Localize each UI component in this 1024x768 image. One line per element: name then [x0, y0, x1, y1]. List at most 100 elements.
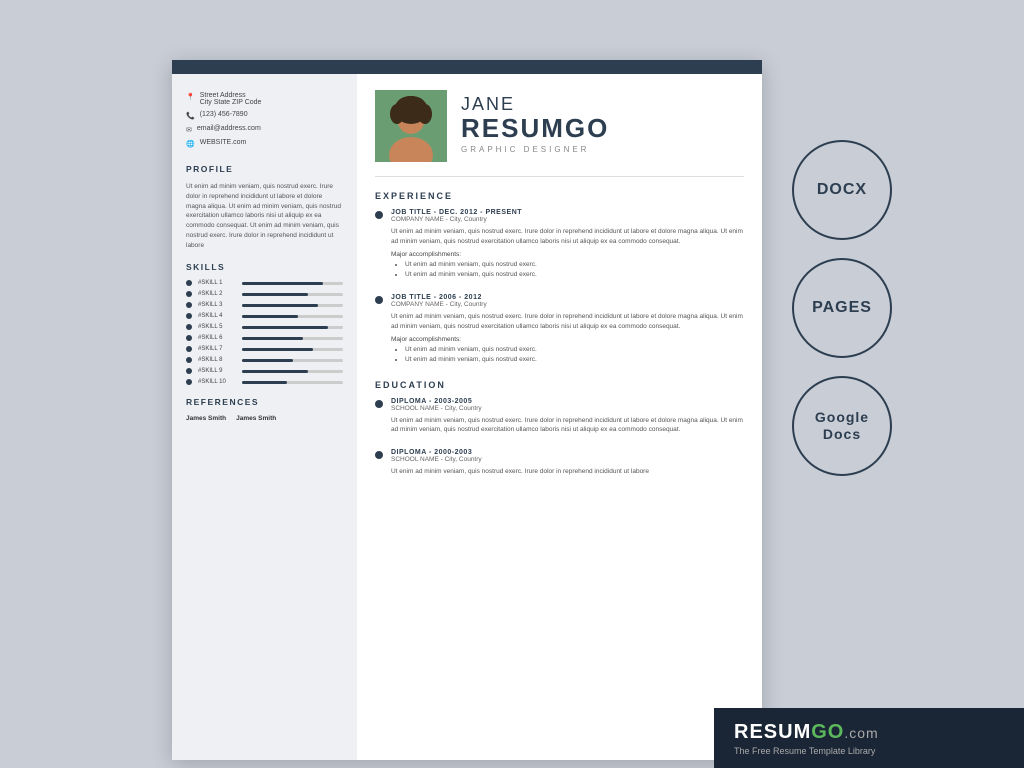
education-title: EDUCATION	[375, 380, 744, 390]
references-section: REFERENCES James Smith James Smith	[186, 397, 343, 422]
skill-dot	[186, 280, 192, 286]
skill-bar	[242, 337, 343, 340]
education-item: DIPLOMA - 2000-2003 SCHOOL NAME - City, …	[375, 449, 744, 481]
reference-name: James Smith	[236, 415, 276, 422]
resume-document: 📍 Street Address City State ZIP Code 📞 (…	[172, 60, 762, 760]
skill-item: #SKILL 1	[186, 280, 343, 286]
skill-bar	[242, 293, 343, 296]
skill-bar	[242, 315, 343, 318]
format-panel: DOCX PAGES GoogleDocs	[762, 60, 912, 476]
brand-highlight: GO	[811, 721, 844, 743]
skill-bar	[242, 304, 343, 307]
skill-dot	[186, 379, 192, 385]
skill-bar-fill	[242, 315, 298, 318]
skill-dot	[186, 368, 192, 374]
education-item: DIPLOMA - 2003-2005 SCHOOL NAME - City, …	[375, 398, 744, 440]
skill-name: #SKILL 8	[198, 357, 236, 363]
skill-dot	[186, 346, 192, 352]
skill-bar-fill	[242, 348, 313, 351]
skill-dot	[186, 313, 192, 319]
edu-degree: DIPLOMA - 2000-2003	[391, 449, 744, 456]
skill-dot	[186, 357, 192, 363]
reference-name: James Smith	[186, 415, 226, 422]
skill-bar-fill	[242, 337, 303, 340]
skill-name: #SKILL 5	[198, 324, 236, 330]
exp-bullet	[375, 211, 383, 219]
skill-dot	[186, 324, 192, 330]
skill-bar-fill	[242, 293, 308, 296]
skill-dot	[186, 291, 192, 297]
skill-bar-fill	[242, 304, 318, 307]
edu-degree: DIPLOMA - 2003-2005	[391, 398, 744, 405]
edu-school: SCHOOL NAME - City, Country	[391, 456, 744, 463]
skill-bar-fill	[242, 370, 308, 373]
job-title: GRAPHIC DESIGNER	[461, 145, 609, 154]
accomplishments-list: Ut enim ad minim veniam, quis nostrud ex…	[391, 260, 744, 281]
skill-bar-fill	[242, 326, 328, 329]
exp-description: Ut enim ad minim veniam, quis nostrud ex…	[391, 227, 744, 247]
skill-bar	[242, 326, 343, 329]
skill-bar	[242, 381, 343, 384]
address-text: Street Address City State ZIP Code	[200, 92, 262, 106]
web-icon: 🌐	[186, 140, 195, 148]
skills-title: SKILLS	[186, 262, 343, 272]
page-wrapper: 📍 Street Address City State ZIP Code 📞 (…	[0, 0, 1024, 768]
edu-bullet	[375, 451, 383, 459]
experience-item: JOB TITLE - DEC. 2012 - PRESENT COMPANY …	[375, 209, 744, 284]
skill-dot	[186, 302, 192, 308]
docx-button[interactable]: DOCX	[792, 140, 892, 240]
edu-content: DIPLOMA - 2000-2003 SCHOOL NAME - City, …	[391, 449, 744, 481]
skill-item: #SKILL 10	[186, 379, 343, 385]
exp-description: Ut enim ad minim veniam, quis nostrud ex…	[391, 312, 744, 332]
phone-icon: 📞	[186, 112, 195, 120]
contact-website: 🌐 WEBSITE.com	[186, 139, 343, 148]
contact-phone: 📞 (123) 456-7890	[186, 111, 343, 120]
pages-button[interactable]: PAGES	[792, 258, 892, 358]
contact-info: 📍 Street Address City State ZIP Code 📞 (…	[186, 92, 343, 148]
skill-dot	[186, 335, 192, 341]
profile-title: PROFILE	[186, 164, 343, 174]
skill-bar	[242, 370, 343, 373]
skill-item: #SKILL 9	[186, 368, 343, 374]
skill-name: #SKILL 10	[198, 379, 236, 385]
brand-wrapper: RESUMGO.com The Free Resume Template Lib…	[734, 721, 879, 756]
edu-school: SCHOOL NAME - City, Country	[391, 405, 744, 412]
skill-name: #SKILL 2	[198, 291, 236, 297]
skill-name: #SKILL 6	[198, 335, 236, 341]
edu-description: Ut enim ad minim veniam, quis nostrud ex…	[391, 467, 744, 477]
skill-item: #SKILL 5	[186, 324, 343, 330]
references-names: James Smith James Smith	[186, 415, 343, 422]
skill-item: #SKILL 3	[186, 302, 343, 308]
experience-title: EXPERIENCE	[375, 191, 744, 201]
references-title: REFERENCES	[186, 397, 343, 407]
brand-suffix: .com	[844, 725, 878, 741]
skill-bar	[242, 359, 343, 362]
exp-bullet	[375, 296, 383, 304]
edu-description: Ut enim ad minim veniam, quis nostrud ex…	[391, 416, 744, 436]
exp-job-title: JOB TITLE - 2006 - 2012	[391, 294, 744, 301]
skill-name: #SKILL 9	[198, 368, 236, 374]
contact-address: 📍 Street Address City State ZIP Code	[186, 92, 343, 106]
edu-bullet	[375, 400, 383, 408]
exp-job-title: JOB TITLE - DEC. 2012 - PRESENT	[391, 209, 744, 216]
skill-bar-fill	[242, 381, 287, 384]
exp-content: JOB TITLE - DEC. 2012 - PRESENT COMPANY …	[391, 209, 744, 284]
skill-bar	[242, 348, 343, 351]
skill-item: #SKILL 6	[186, 335, 343, 341]
skill-bar-fill	[242, 282, 323, 285]
experience-item: JOB TITLE - 2006 - 2012 COMPANY NAME - C…	[375, 294, 744, 369]
name-block: JANE RESUMGO GRAPHIC DESIGNER	[461, 90, 609, 154]
brand-logo: RESUMGO.com	[734, 721, 879, 744]
skills-list: #SKILL 1 #SKILL 2 #SKILL 3 #SKILL 4	[186, 280, 343, 385]
resume-sidebar: 📍 Street Address City State ZIP Code 📞 (…	[172, 74, 357, 760]
avatar-photo	[375, 90, 447, 162]
name-header: JANE RESUMGO GRAPHIC DESIGNER	[375, 90, 744, 177]
footer-brand: RESUMGO.com The Free Resume Template Lib…	[714, 708, 1024, 768]
education-list: DIPLOMA - 2003-2005 SCHOOL NAME - City, …	[375, 398, 744, 481]
google-docs-button[interactable]: GoogleDocs	[792, 376, 892, 476]
accomplishments-label: Major accomplishments:	[391, 336, 744, 343]
skill-name: #SKILL 1	[198, 280, 236, 286]
profile-text: Ut enim ad minim veniam, quis nostrud ex…	[186, 182, 343, 250]
edu-content: DIPLOMA - 2003-2005 SCHOOL NAME - City, …	[391, 398, 744, 440]
skill-name: #SKILL 7	[198, 346, 236, 352]
